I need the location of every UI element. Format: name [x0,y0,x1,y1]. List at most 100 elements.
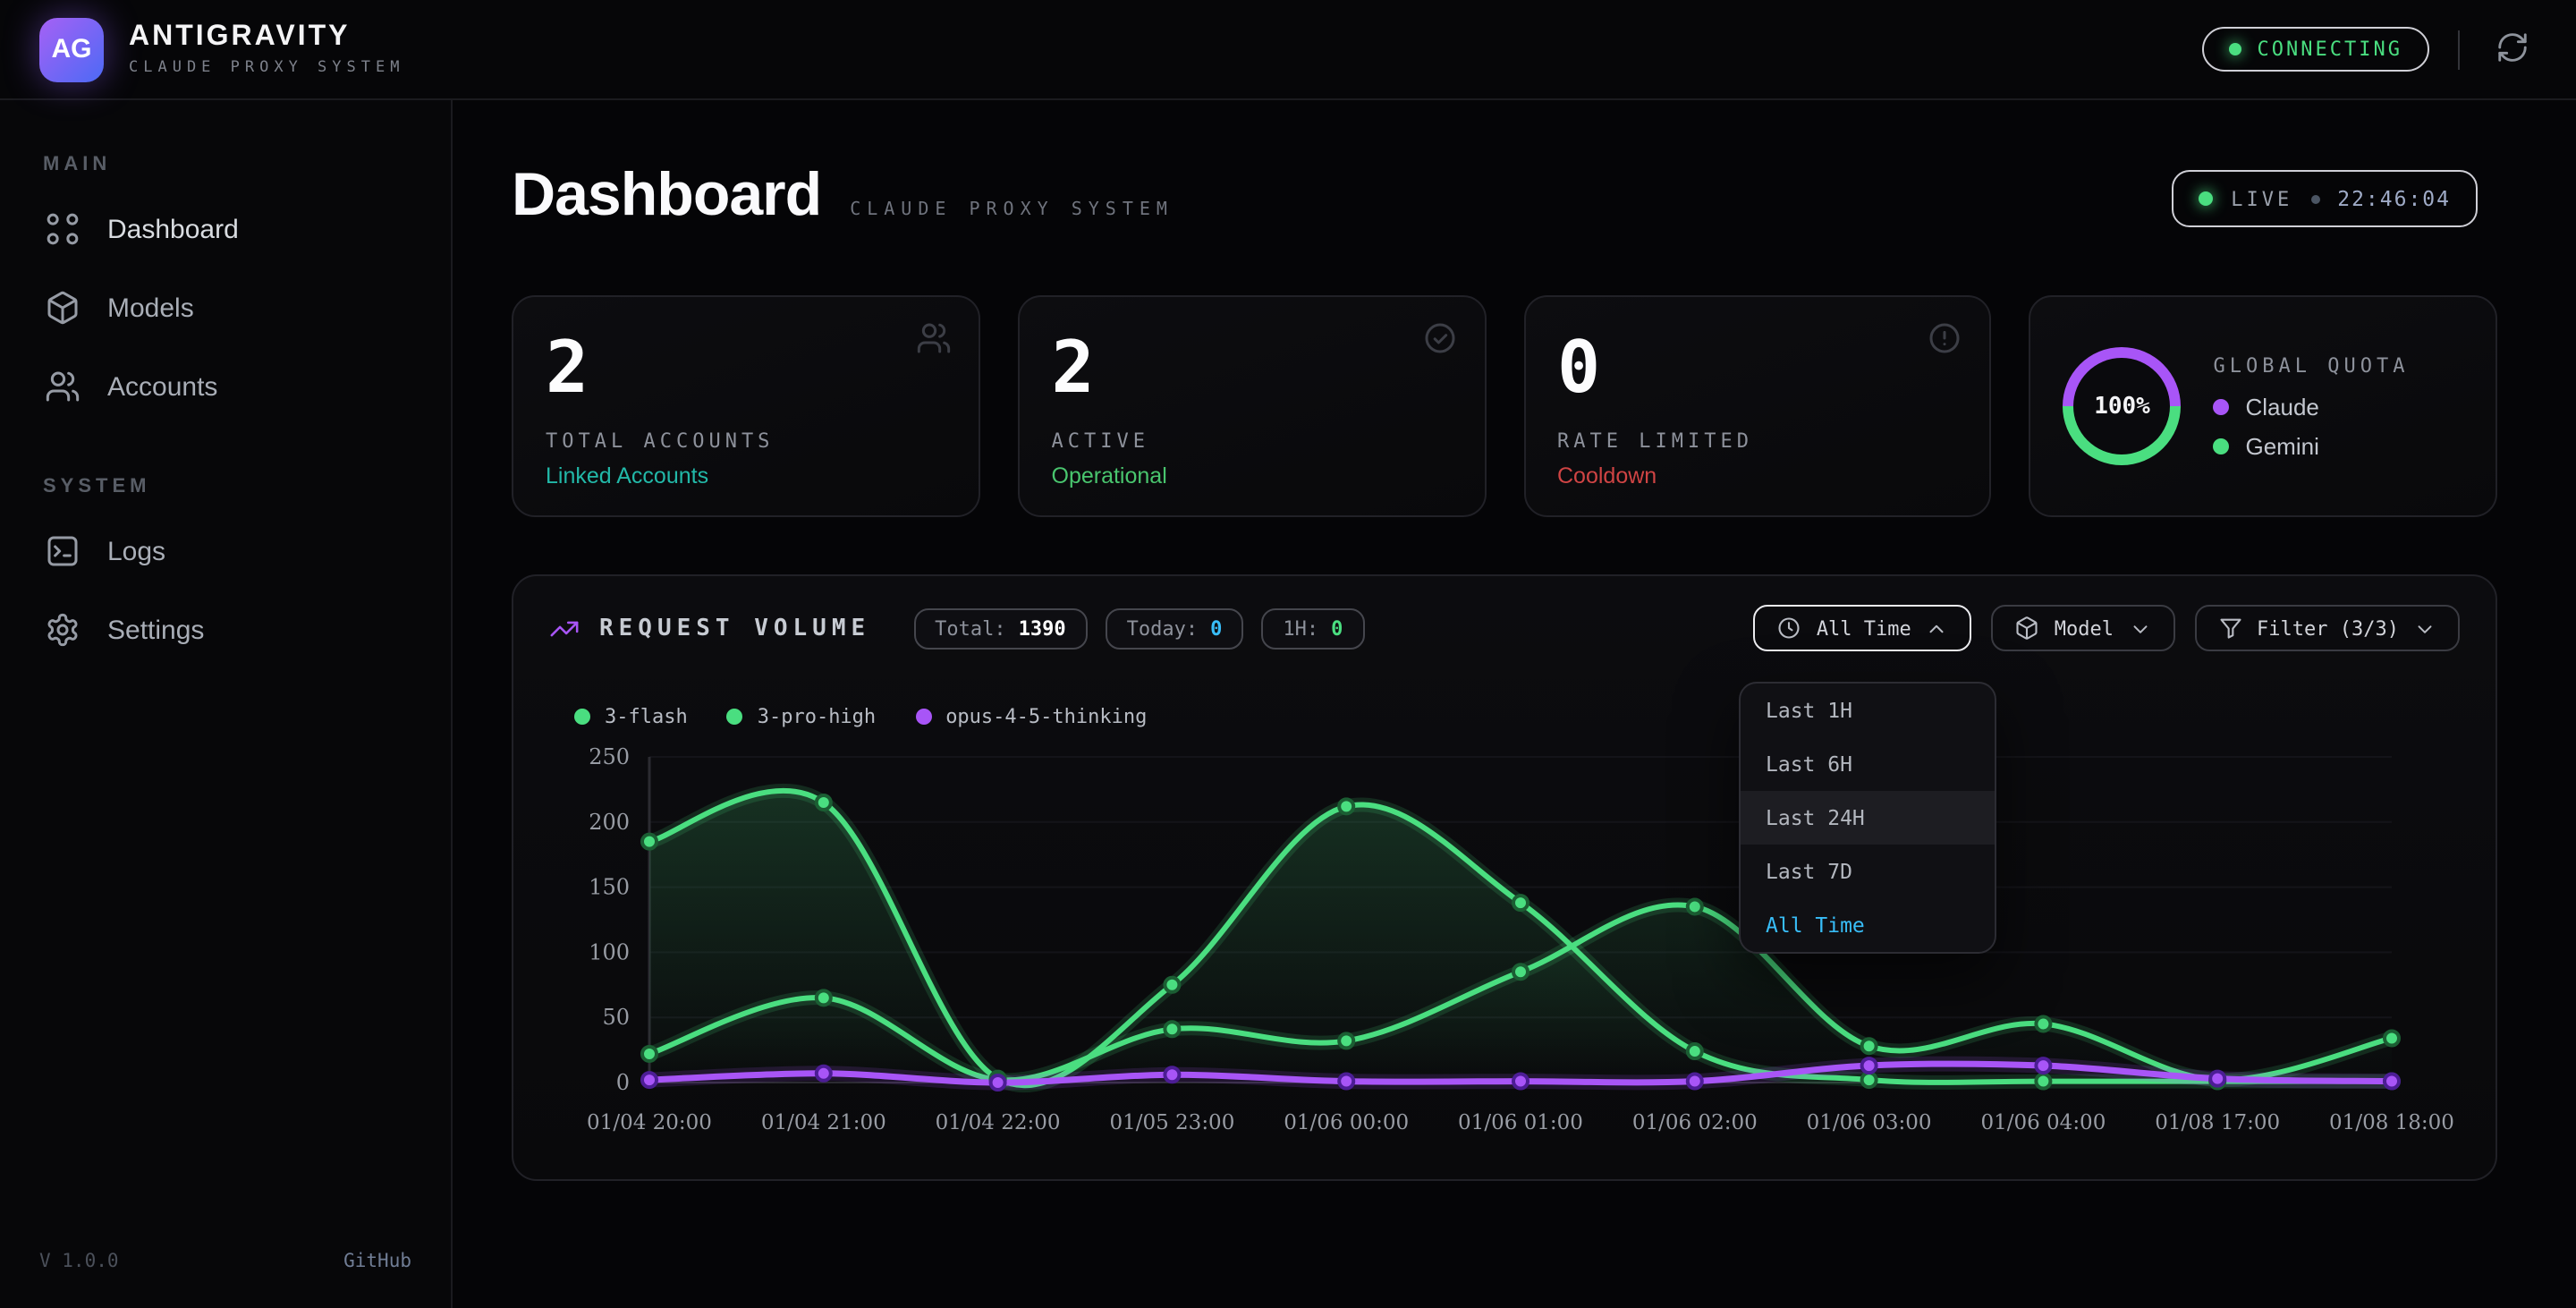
topbar-right: CONNECTING [2202,22,2537,76]
separator-dot-icon [2310,194,2319,203]
quota-legend-item-gemini: Gemini [2214,432,2410,459]
dropdown-option-last-24h[interactable]: Last 24H [1741,791,1995,845]
quota-percent: 100% [2074,358,2171,454]
status-dot-icon [2229,43,2241,55]
quota-legend-label: Claude [2246,393,2319,420]
trending-up-icon [549,613,580,643]
sidebar-item-accounts[interactable]: Accounts [29,347,422,426]
svg-text:01/04 21:00: 01/04 21:00 [761,1111,886,1134]
volume-badge-today: Today:0 [1106,607,1244,649]
dropdown-option-all-time[interactable]: All Time [1741,898,1995,952]
volume-stat-badges: Total:1390Today:01H:0 [913,607,1364,649]
status-text: CONNECTING [2258,38,2402,61]
chart-legend-item-3-pro-high: 3-pro-high [727,705,876,728]
svg-text:01/06 00:00: 01/06 00:00 [1284,1111,1409,1134]
app-logo: AG [39,17,104,81]
main-content: Dashboard CLAUDE PROXY SYSTEM LIVE 22:46… [453,100,2576,1308]
global-quota-card: 100%GLOBAL QUOTAClaudeGemini [2029,295,2498,517]
stats-row: 2TOTAL ACCOUNTSLinked Accounts2ACTIVEOpe… [512,295,2497,517]
chevron-down-icon [2128,616,2151,640]
sidebar-item-label: Settings [107,615,204,645]
quota-legend: Claude Gemini [2214,393,2410,459]
stat-card-active: 2ACTIVEOperational [1018,295,1487,517]
stat-label: RATE LIMITED [1557,429,1958,453]
github-link[interactable]: GitHub [343,1251,411,1272]
sidebar-item-label: Models [107,293,194,323]
chart-controls: All Time Model Filter (3/3) [1754,605,2460,651]
users-icon [45,369,80,404]
chart-legend-label: opus-4-5-thinking [945,705,1147,728]
gear-icon [45,612,80,648]
chart-title: REQUEST VOLUME [599,615,870,641]
sidebar-item-logs[interactable]: Logs [29,512,422,590]
box-icon [45,290,80,326]
stat-subtext: Operational [1052,463,1453,488]
legend-dot-icon [727,709,743,725]
stat-subtext: Linked Accounts [546,463,946,488]
sidebar-item-dashboard[interactable]: Dashboard [29,190,422,268]
quota-legend-label: Gemini [2246,432,2319,459]
filter-button[interactable]: Filter (3/3) [2194,605,2460,651]
chart-header: REQUEST VOLUME Total:1390Today:01H:0 All… [549,605,2460,651]
svg-text:01/06 04:00: 01/06 04:00 [1980,1111,2106,1134]
live-dot-icon [2199,191,2213,206]
chart-legend-label: 3-pro-high [758,705,876,728]
badge-label: Total: [935,616,1006,640]
request-volume-chart: 05010015020025001/04 20:0001/04 21:0001/… [549,739,2460,1161]
svg-text:01/06 03:00: 01/06 03:00 [1807,1111,1932,1134]
svg-text:100: 100 [589,939,630,964]
grid-icon [45,211,80,247]
model-filter-button[interactable]: Model [1992,605,2174,651]
quota-ring: 100% [2063,347,2182,465]
sidebar-item-label: Accounts [107,371,217,402]
stat-card-total-accounts: 2TOTAL ACCOUNTSLinked Accounts [512,295,980,517]
topbar: AG ANTIGRAVITY CLAUDE PROXY SYSTEM CONNE… [0,0,2576,100]
dropdown-option-last-7d[interactable]: Last 7D [1741,845,1995,898]
clock-time: 22:46:04 [2337,186,2451,211]
app-window: AG ANTIGRAVITY CLAUDE PROXY SYSTEM CONNE… [0,0,2576,1308]
live-badge: LIVE 22:46:04 [2172,170,2478,227]
refresh-button[interactable] [2488,22,2537,76]
dropdown-option-last-6h[interactable]: Last 6H [1741,737,1995,791]
terminal-icon [45,533,80,569]
stat-value: 2 [1052,329,1453,408]
users-icon [916,320,952,356]
badge-label: 1H: [1283,616,1318,640]
sidebar-item-label: Logs [107,536,165,566]
sidebar-item-label: Dashboard [107,214,239,244]
stat-subtext: Cooldown [1557,463,1958,488]
check-icon [1421,320,1457,356]
stat-value: 2 [546,329,946,408]
funnel-icon [2217,616,2242,641]
dropdown-option-last-1h[interactable]: Last 1H [1741,684,1995,737]
chevron-down-icon [2413,616,2436,640]
legend-dot-icon [915,709,931,725]
svg-text:01/08 18:00: 01/08 18:00 [2329,1111,2454,1134]
quota-legend-item-claude: Claude [2214,393,2410,420]
alert-icon [1928,320,1963,356]
stat-card-rate-limited: 0RATE LIMITEDCooldown [1523,295,1992,517]
chart-legend-label: 3-flash [605,705,688,728]
sidebar: MAINDashboardModelsAccountsSYSTEMLogsSet… [0,100,453,1308]
svg-text:250: 250 [589,744,630,769]
refresh-icon [2496,30,2529,69]
svg-text:0: 0 [616,1070,630,1095]
brand: ANTIGRAVITY CLAUDE PROXY SYSTEM [129,21,404,77]
brand-title: ANTIGRAVITY [129,21,404,54]
svg-text:200: 200 [589,810,630,835]
model-box-icon [2015,616,2040,641]
time-range-dropdown: Last 1HLast 6HLast 24HLast 7DAll Time [1739,682,1996,954]
svg-text:01/04 22:00: 01/04 22:00 [936,1111,1061,1134]
volume-badge-1h: 1H: 0 [1261,607,1364,649]
badge-value: 0 [1331,616,1343,640]
svg-text:01/06 02:00: 01/06 02:00 [1632,1111,1758,1134]
svg-text:01/04 20:00: 01/04 20:00 [587,1111,712,1134]
svg-text:01/05 23:00: 01/05 23:00 [1109,1111,1234,1134]
time-range-button[interactable]: All Time [1754,605,1972,651]
chart-area: 05010015020025001/04 20:0001/04 21:0001/… [549,739,2460,1161]
chart-legend-item-3-flash: 3-flash [574,705,688,728]
sidebar-item-models[interactable]: Models [29,268,422,347]
live-label: LIVE [2231,187,2292,210]
svg-text:150: 150 [589,875,630,900]
sidebar-item-settings[interactable]: Settings [29,590,422,669]
